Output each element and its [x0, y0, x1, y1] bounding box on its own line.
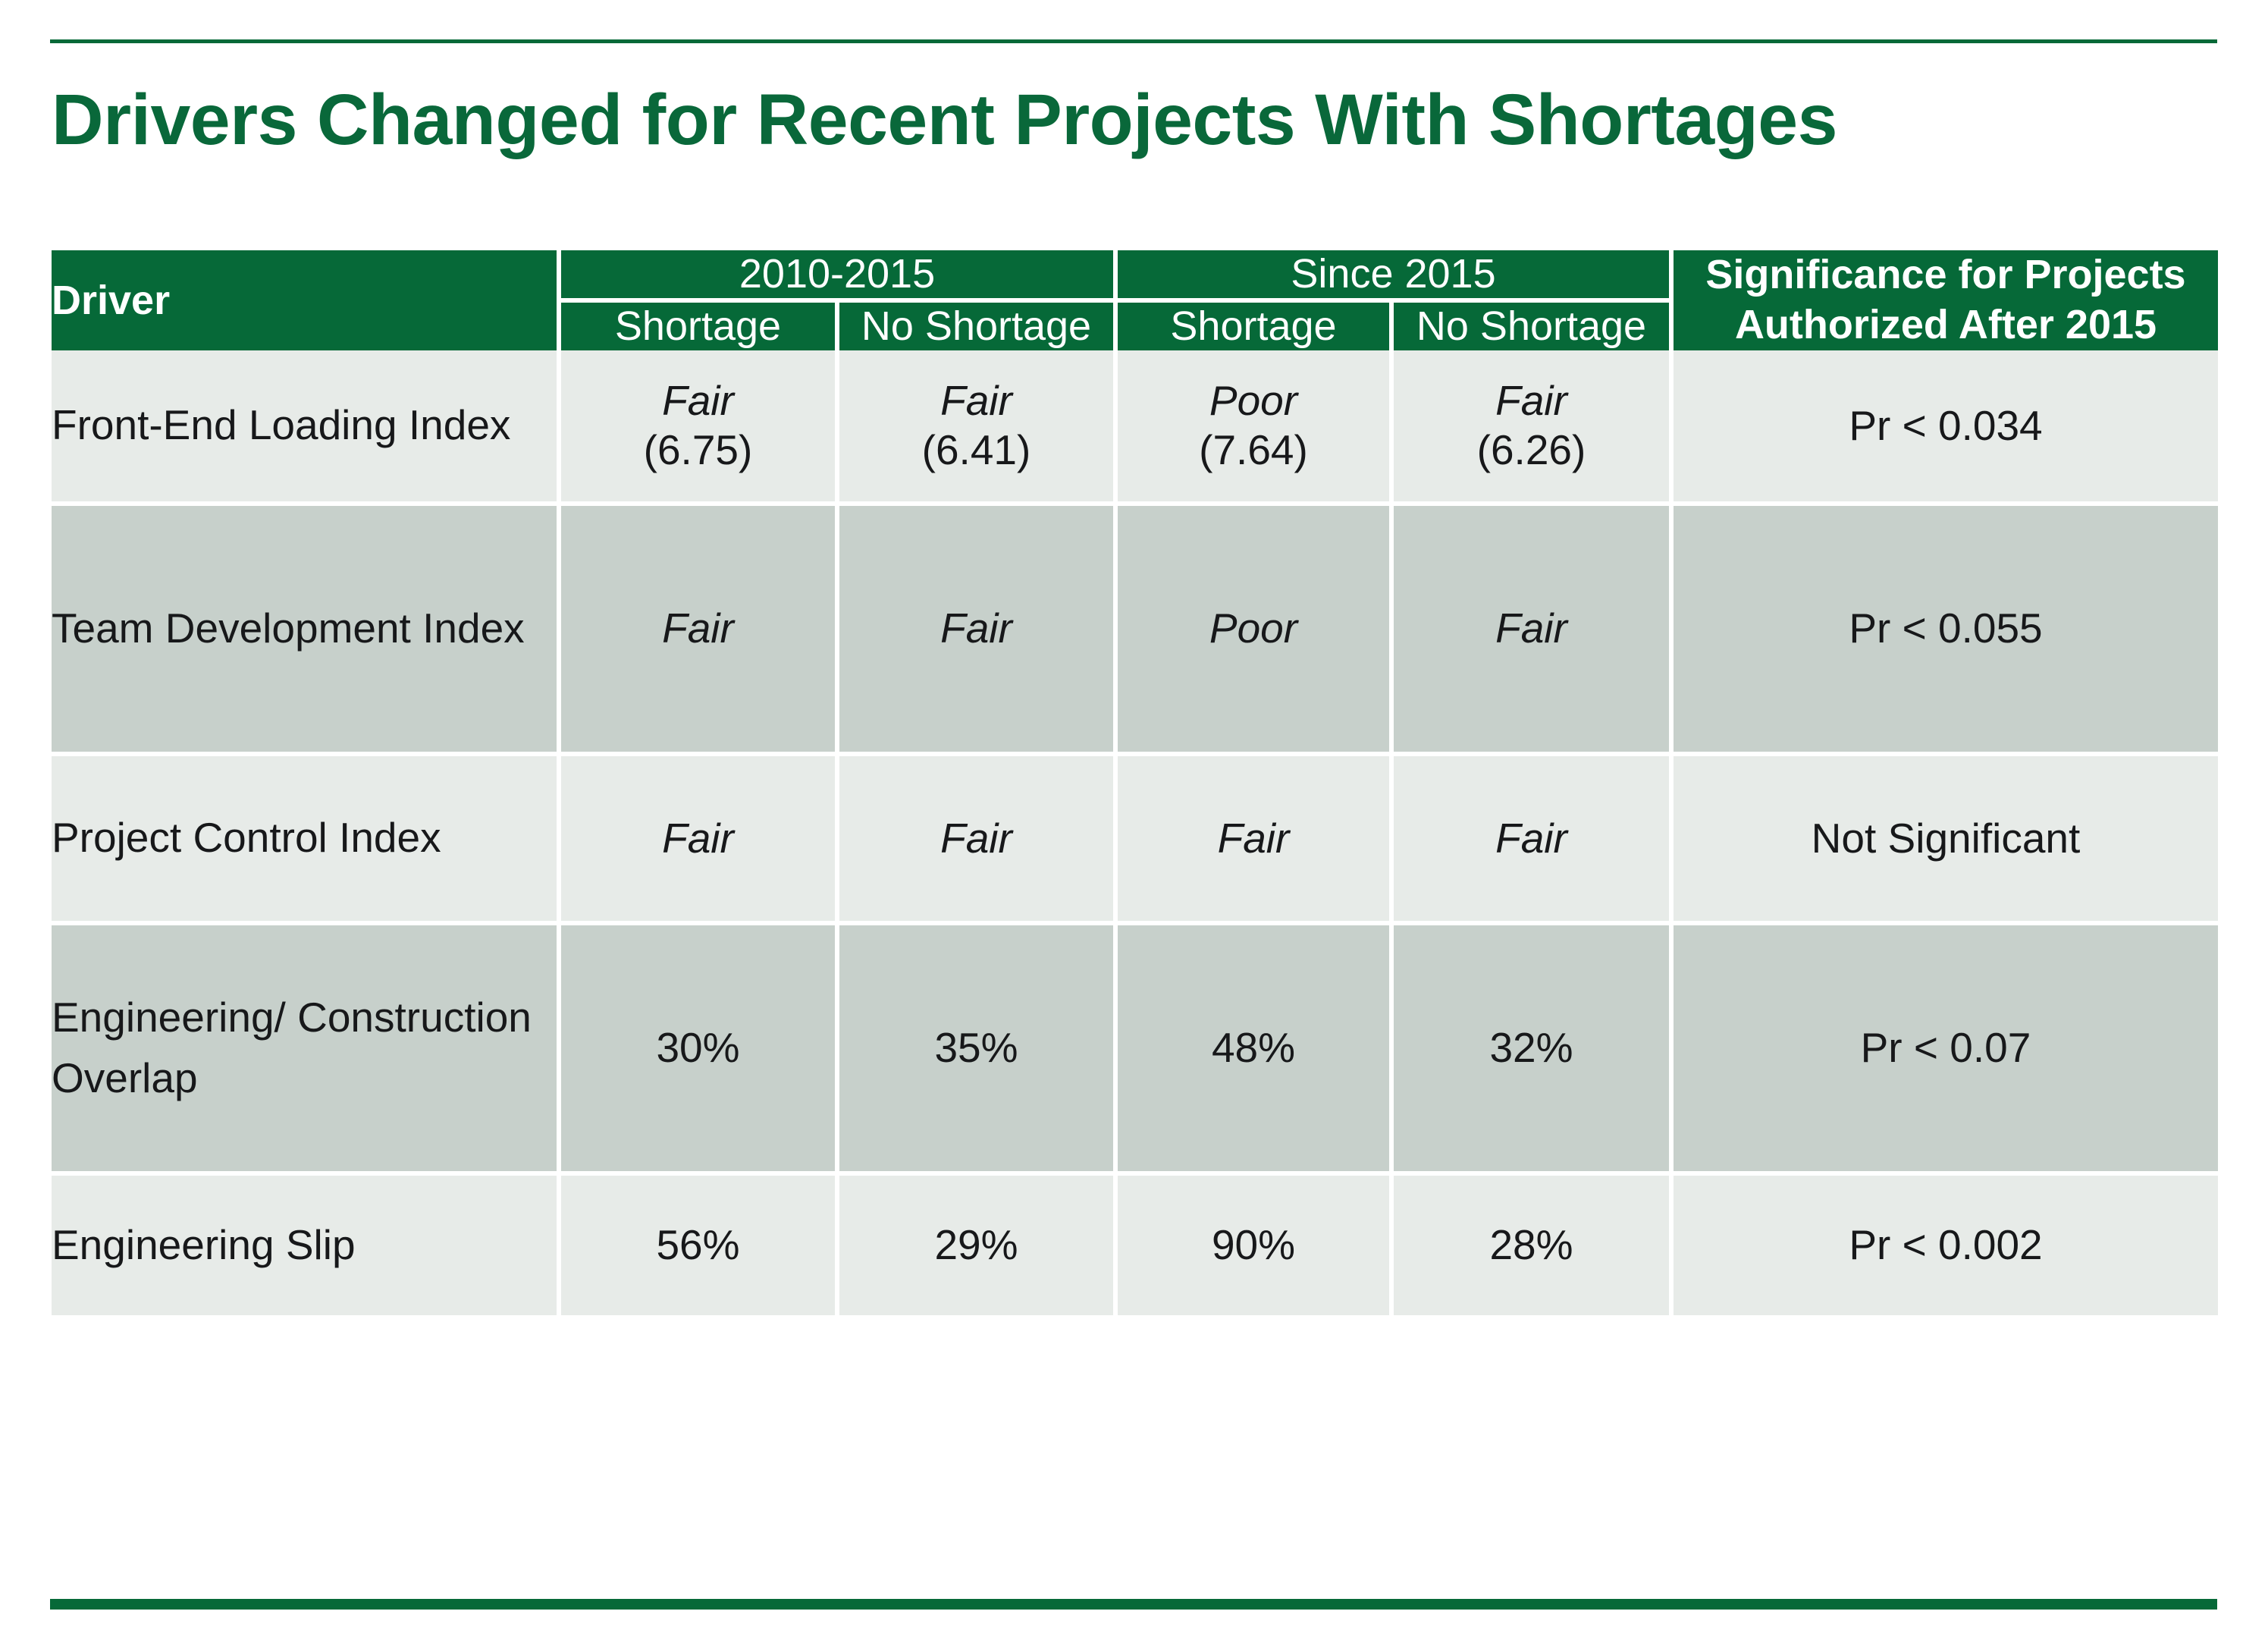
row-cell: 28%: [1394, 1175, 1674, 1320]
cell-rating: Poor: [1209, 377, 1298, 425]
header-significance: Significance for Projects Authorized Aft…: [1674, 250, 2218, 350]
header-sub-no-shortage-2010: No Shortage: [839, 302, 1118, 350]
row-cell-highlighted: Poor (7.64): [1118, 350, 1394, 506]
row-driver-label: Team Development Index: [52, 505, 561, 756]
cell-rating: Poor: [1209, 605, 1298, 652]
row-cell-highlighted: 90%: [1118, 1175, 1394, 1320]
cell-value: (6.75): [643, 426, 753, 474]
row-cell: 30%: [561, 925, 839, 1176]
row-cell: Fair: [839, 505, 1118, 756]
header-driver: Driver: [52, 250, 561, 350]
top-divider-rule: [50, 39, 2217, 43]
header-group-2010-2015: 2010-2015: [561, 250, 1118, 303]
cell-rating: 35%: [934, 1024, 1018, 1072]
row-cell: Fair: [561, 505, 839, 756]
row-cell: Fair (6.26): [1394, 350, 1674, 506]
cell-rating: 48%: [1211, 1024, 1296, 1072]
cell-rating: Fair: [662, 605, 734, 652]
row-cell: Fair: [839, 755, 1118, 925]
cell-rating: Fair: [1217, 814, 1290, 862]
page-title: Drivers Changed for Recent Projects With…: [52, 80, 1837, 160]
row-cell-highlighted: 56%: [561, 1175, 839, 1320]
cell-rating: Fair: [940, 377, 1012, 425]
row-significance: Not Significant: [1674, 755, 2218, 925]
drivers-table-wrapper: Driver 2010-2015 Since 2015 Significance…: [52, 250, 2218, 1320]
row-significance: Pr < 0.034: [1674, 350, 2218, 506]
row-cell-highlighted: 48%: [1118, 925, 1394, 1176]
slide-canvas: Drivers Changed for Recent Projects With…: [0, 0, 2268, 1652]
header-group-since-2015: Since 2015: [1118, 250, 1674, 303]
cell-value: (6.41): [921, 426, 1031, 474]
cell-rating: Fair: [662, 377, 734, 425]
row-cell: Fair (6.75): [561, 350, 839, 506]
row-cell: Fair: [1394, 755, 1674, 925]
row-cell: Fair (6.41): [839, 350, 1118, 506]
cell-rating: 32%: [1489, 1024, 1573, 1072]
table-row: Engineering Slip 56% 29% 90% 28% Pr < 0.…: [52, 1175, 2218, 1320]
row-cell: Fair: [561, 755, 839, 925]
cell-rating: 30%: [656, 1024, 740, 1072]
cell-rating: 29%: [934, 1221, 1018, 1269]
table-body: Front-End Loading Index Fair (6.75) Fair…: [52, 350, 2218, 1320]
cell-rating: Fair: [662, 814, 734, 862]
row-cell: Fair: [1394, 505, 1674, 756]
table-row: Engineering/ Construction Overlap 30% 35…: [52, 925, 2218, 1176]
row-significance: Pr < 0.002: [1674, 1175, 2218, 1320]
cell-value: (7.64): [1199, 426, 1308, 474]
table-row: Front-End Loading Index Fair (6.75) Fair…: [52, 350, 2218, 506]
cell-rating: Fair: [1495, 605, 1567, 652]
row-driver-label: Project Control Index: [52, 755, 561, 925]
cell-value: (6.26): [1476, 426, 1586, 474]
bottom-divider-rule: [50, 1599, 2217, 1610]
row-driver-label: Front-End Loading Index: [52, 350, 561, 506]
cell-rating: Fair: [1495, 377, 1567, 425]
header-sub-shortage-since: Shortage: [1118, 302, 1394, 350]
row-significance: Pr < 0.07: [1674, 925, 2218, 1176]
table-row: Team Development Index Fair Fair Poor Fa…: [52, 505, 2218, 756]
cell-rating: Fair: [1495, 814, 1567, 862]
drivers-table: Driver 2010-2015 Since 2015 Significance…: [52, 250, 2218, 1320]
row-cell: 32%: [1394, 925, 1674, 1176]
cell-rating: 28%: [1489, 1221, 1573, 1269]
row-cell: 35%: [839, 925, 1118, 1176]
row-significance: Pr < 0.055: [1674, 505, 2218, 756]
row-cell-highlighted: Poor: [1118, 505, 1394, 756]
cell-rating: Fair: [940, 605, 1012, 652]
header-sub-no-shortage-since: No Shortage: [1394, 302, 1674, 350]
header-row-groups: Driver 2010-2015 Since 2015 Significance…: [52, 250, 2218, 350]
row-driver-label: Engineering/ Construction Overlap: [52, 925, 561, 1176]
table-head: Driver 2010-2015 Since 2015 Significance…: [52, 250, 2218, 350]
row-driver-label: Engineering Slip: [52, 1175, 561, 1320]
cell-rating: 56%: [656, 1221, 740, 1269]
row-cell: 29%: [839, 1175, 1118, 1320]
header-sub-shortage-2010: Shortage: [561, 302, 839, 350]
cell-rating: Fair: [940, 814, 1012, 862]
row-cell: Fair: [1118, 755, 1394, 925]
cell-rating: 90%: [1211, 1221, 1296, 1269]
table-row: Project Control Index Fair Fair Fair Fai…: [52, 755, 2218, 925]
